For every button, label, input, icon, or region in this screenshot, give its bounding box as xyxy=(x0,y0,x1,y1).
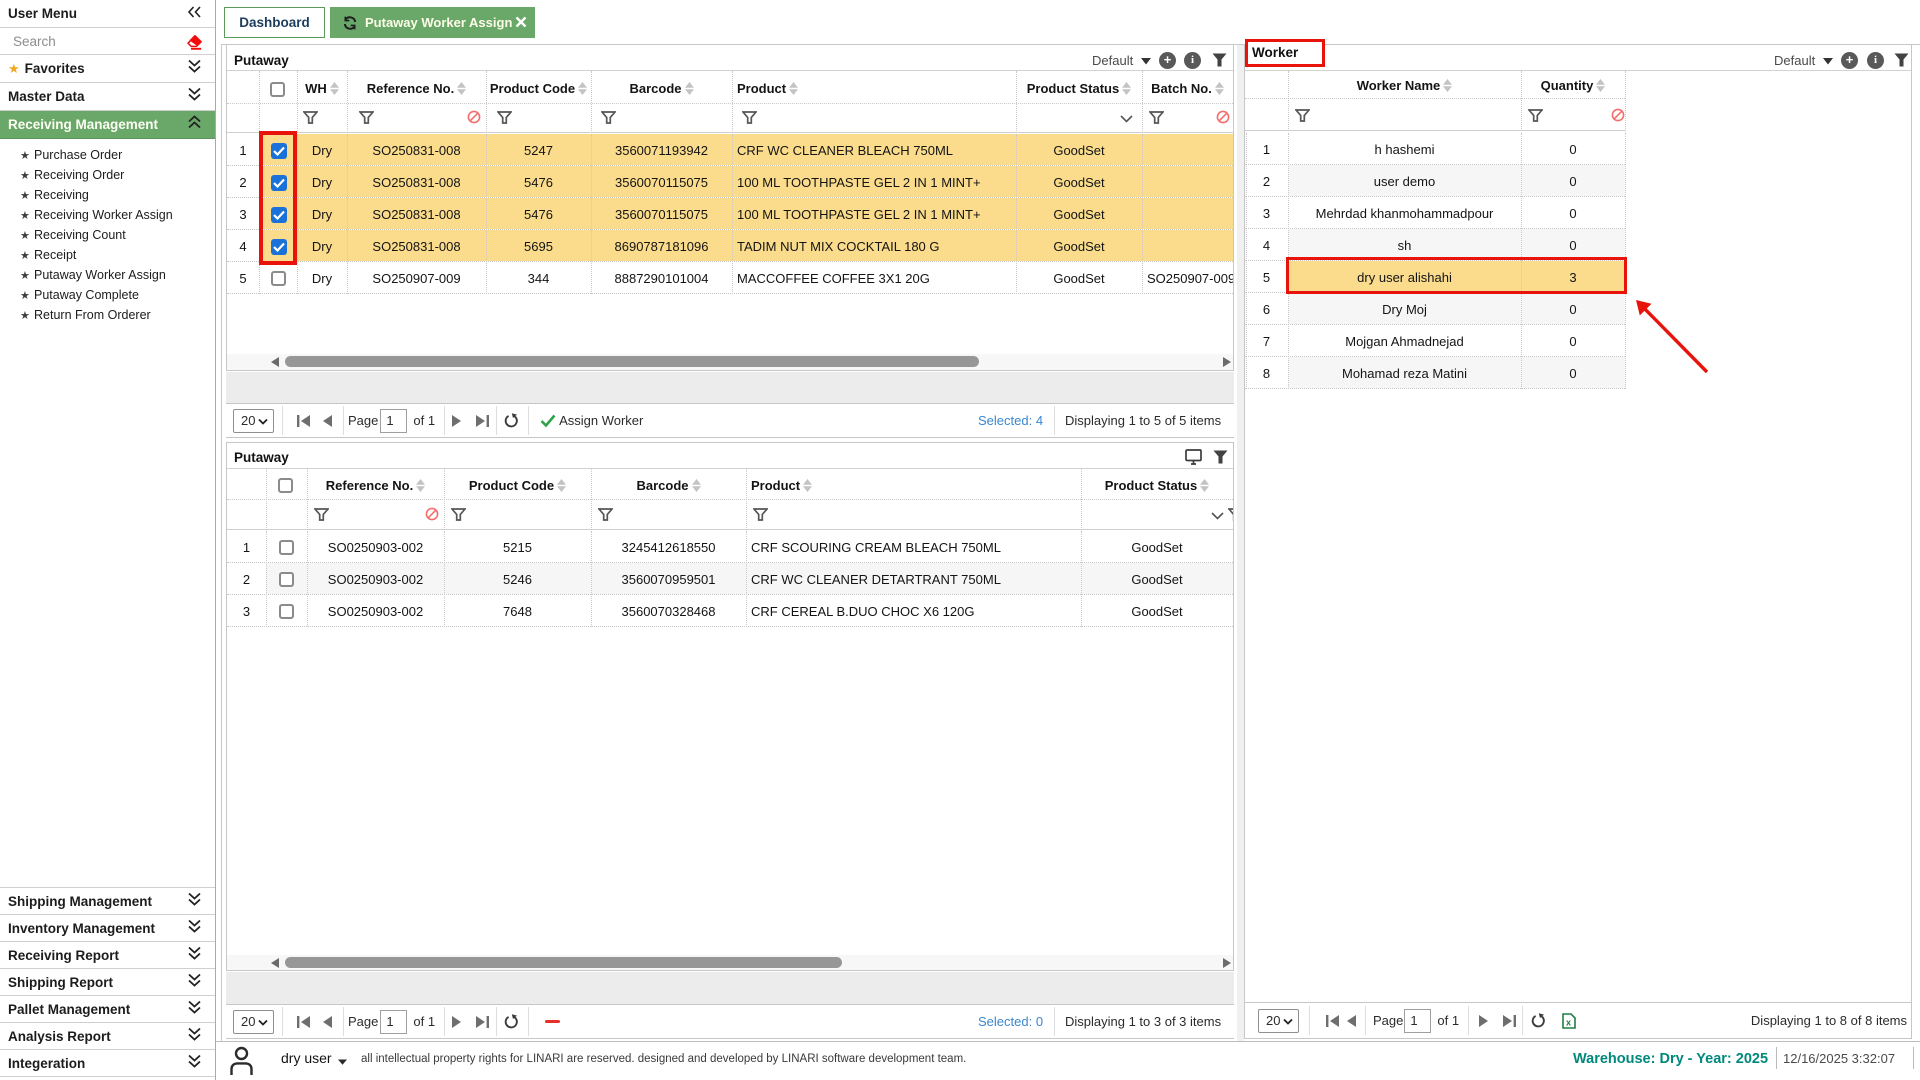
svg-text:x: x xyxy=(1566,1017,1571,1027)
